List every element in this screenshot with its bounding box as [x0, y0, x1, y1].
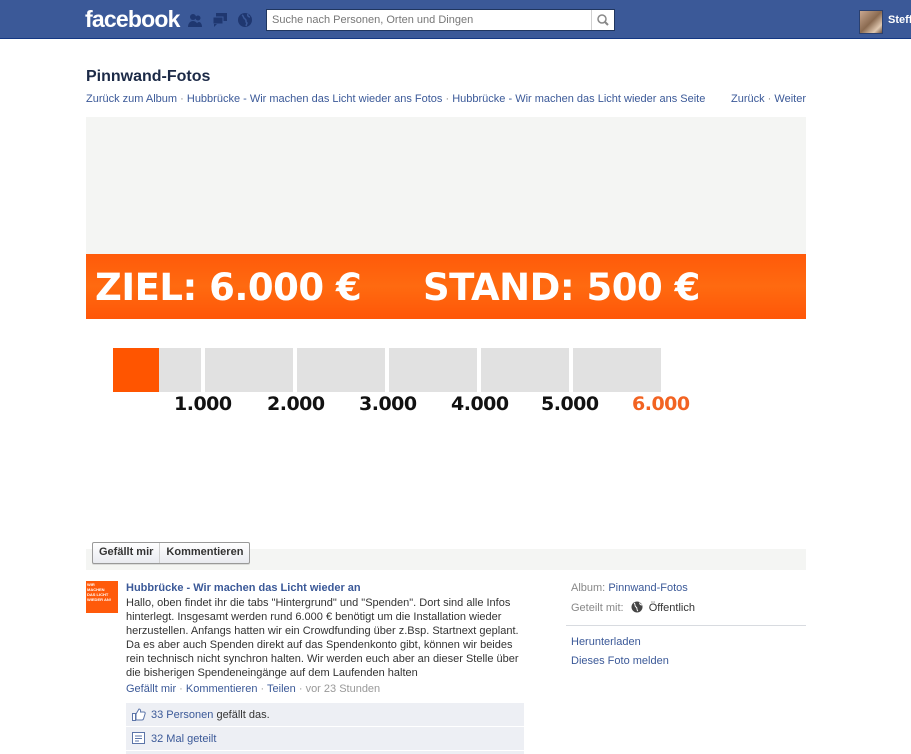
user-avatar[interactable] [859, 10, 883, 34]
progress-segment [573, 348, 661, 392]
post-author-link[interactable]: Hubbrücke - Wir machen das Licht wieder … [126, 582, 361, 594]
likers-link[interactable]: 33 Personen [151, 709, 213, 721]
thumbs-up-icon [132, 708, 146, 721]
breadcrumb-page-photos[interactable]: Hubbrücke - Wir machen das Licht wieder … [187, 93, 443, 105]
progress-fill [113, 348, 159, 392]
top-navigation-bar: facebook Steff [0, 0, 911, 39]
progress-segment [389, 348, 477, 392]
friend-requests-icon[interactable] [187, 12, 203, 28]
progress-segment [205, 348, 293, 392]
thumb-text: WIEDER AN! [87, 597, 112, 602]
shares-summary: 32 Mal geteilt [126, 727, 524, 751]
download-link[interactable]: Herunterladen [571, 636, 641, 648]
search-box [266, 9, 615, 31]
breadcrumb: Zurück zum Album · Hubbrücke - Wir mache… [86, 93, 705, 105]
post-like-link[interactable]: Gefällt mir [126, 683, 176, 695]
next-photo-link[interactable]: Weiter [774, 93, 806, 105]
post-text: Hallo, oben findet ihr die tabs "Hinterg… [126, 597, 519, 679]
privacy-value[interactable]: Öffentlich [649, 602, 695, 614]
search-icon [597, 14, 609, 26]
facebook-logo[interactable]: facebook [85, 6, 180, 33]
photo-navigation: Zurück · Weiter [731, 93, 806, 105]
fundraising-photo: ZIEL: 6.000 € STAND: 500 € 1.000 2.000 3… [86, 254, 806, 549]
album-link[interactable]: Pinnwand-Fotos [608, 582, 688, 594]
album-label: Album: [571, 582, 606, 594]
likes-suffix: gefällt das. [213, 709, 270, 721]
messages-icon[interactable] [212, 12, 228, 28]
page-profile-picture[interactable]: WIR MACHEN DAS LICHT WIEDER AN! [86, 581, 118, 613]
notifications-globe-icon[interactable] [237, 12, 253, 28]
shares-link[interactable]: 32 Mal geteilt [151, 733, 216, 745]
search-input[interactable] [272, 11, 590, 29]
tick-label: 4.000 [451, 393, 509, 415]
progress-segment [481, 348, 569, 392]
nav-separator: · [764, 93, 775, 105]
post-timestamp[interactable]: vor 23 Stunden [306, 683, 381, 695]
status-text: STAND: 500 € [423, 266, 700, 309]
breadcrumb-separator: · [177, 93, 187, 105]
photo-action-buttons: Gefällt mir Kommentieren [92, 542, 251, 564]
user-name-link[interactable]: Steff [888, 14, 911, 26]
tick-label: 2.000 [267, 393, 325, 415]
previous-photo-link[interactable]: Zurück [731, 93, 765, 105]
breadcrumb-page[interactable]: Hubbrücke - Wir machen das Licht wieder … [452, 93, 705, 105]
breadcrumb-back-to-album[interactable]: Zurück zum Album [86, 93, 177, 105]
report-photo-link[interactable]: Dieses Foto melden [571, 655, 669, 667]
goal-text: ZIEL: 6.000 € [95, 266, 362, 309]
tick-label: 3.000 [359, 393, 417, 415]
post-actions: Gefällt mir · Kommentieren · Teilen · vo… [126, 683, 380, 695]
like-button[interactable]: Gefällt mir [93, 543, 159, 563]
search-button[interactable] [591, 10, 614, 30]
action-separator: · [295, 683, 306, 695]
post-share-link[interactable]: Teilen [267, 683, 296, 695]
action-separator: · [257, 683, 268, 695]
page-title: Pinnwand-Fotos [86, 68, 211, 85]
likes-summary: 33 Personen gefällt das. [126, 703, 524, 727]
breadcrumb-separator: · [442, 93, 453, 105]
donation-progress-bar [113, 348, 661, 392]
album-info: Album: Pinnwand-Fotos [571, 582, 688, 594]
shared-with-label: Geteilt mit: [571, 602, 624, 614]
tick-label: 5.000 [541, 393, 599, 415]
post-comment-link[interactable]: Kommentieren [186, 683, 258, 695]
likes-text: 33 Personen gefällt das. [151, 709, 270, 721]
action-separator: · [176, 683, 186, 695]
progress-segment [297, 348, 385, 392]
tick-label: 1.000 [174, 393, 232, 415]
privacy-info: Geteilt mit: Öffentlich [571, 601, 695, 616]
photo-stage[interactable]: ZIEL: 6.000 € STAND: 500 € 1.000 2.000 3… [86, 117, 806, 570]
goal-tick-label: 6.000 [632, 393, 690, 415]
comment-button[interactable]: Kommentieren [159, 543, 249, 563]
goal-banner: ZIEL: 6.000 € STAND: 500 € [86, 254, 806, 319]
side-divider [566, 625, 806, 626]
share-icon [132, 732, 145, 745]
public-globe-icon [631, 601, 643, 616]
